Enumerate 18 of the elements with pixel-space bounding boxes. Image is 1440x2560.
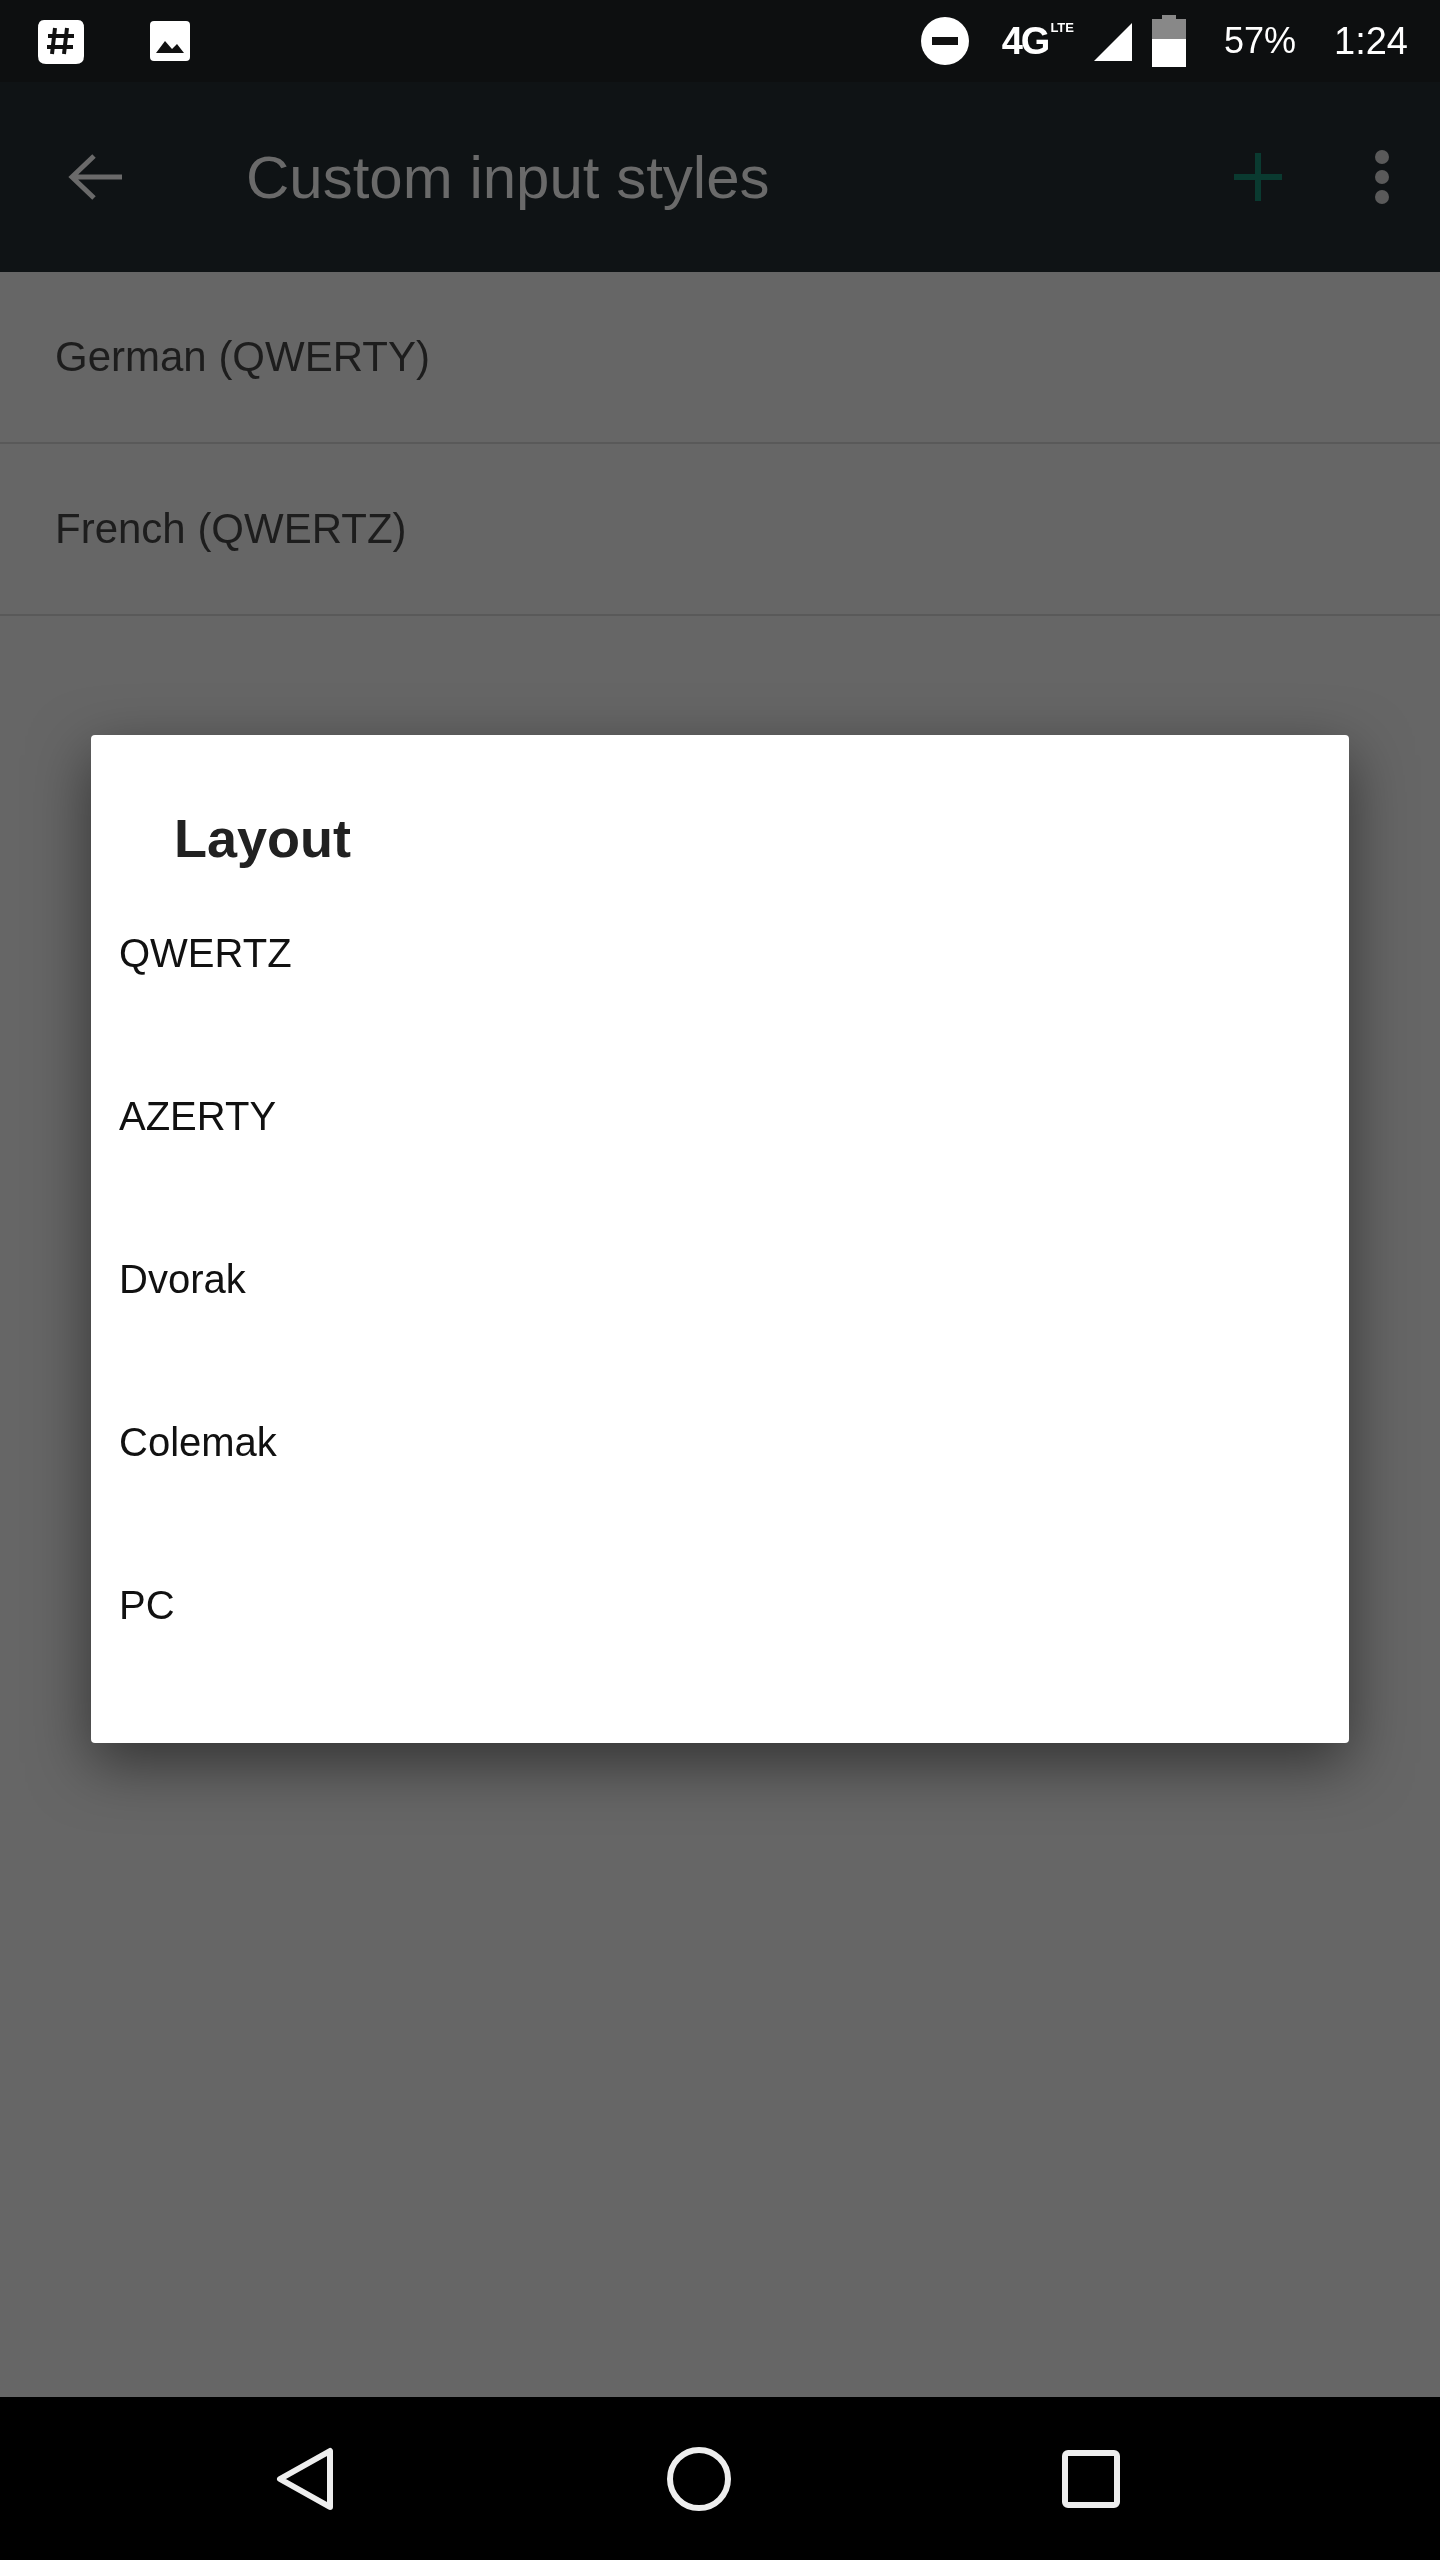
battery-icon: [1151, 15, 1186, 67]
battery-percent: 57%: [1223, 20, 1297, 62]
recents-icon[interactable]: [1062, 2449, 1120, 2508]
more-icon[interactable]: [1374, 149, 1390, 205]
do-not-disturb-icon: [919, 16, 970, 66]
layout-option[interactable]: AZERTY: [91, 1086, 1349, 1249]
network-sub-label: LTE: [1050, 19, 1074, 35]
layout-option[interactable]: PC: [91, 1575, 1349, 1738]
dialog-title: Layout: [174, 807, 352, 870]
network-label: 4G: [1001, 19, 1049, 63]
home-icon[interactable]: [666, 2445, 732, 2512]
layout-option[interactable]: Colemak: [91, 1412, 1349, 1575]
layout-option[interactable]: Dvorak: [91, 1249, 1349, 1412]
layout-option[interactable]: QWERTZ: [91, 923, 1349, 1086]
screen-title: Custom input styles: [246, 142, 771, 212]
back-nav-icon[interactable]: [276, 2446, 336, 2511]
clock: 1:24: [1334, 19, 1408, 63]
image-icon: [148, 19, 192, 63]
